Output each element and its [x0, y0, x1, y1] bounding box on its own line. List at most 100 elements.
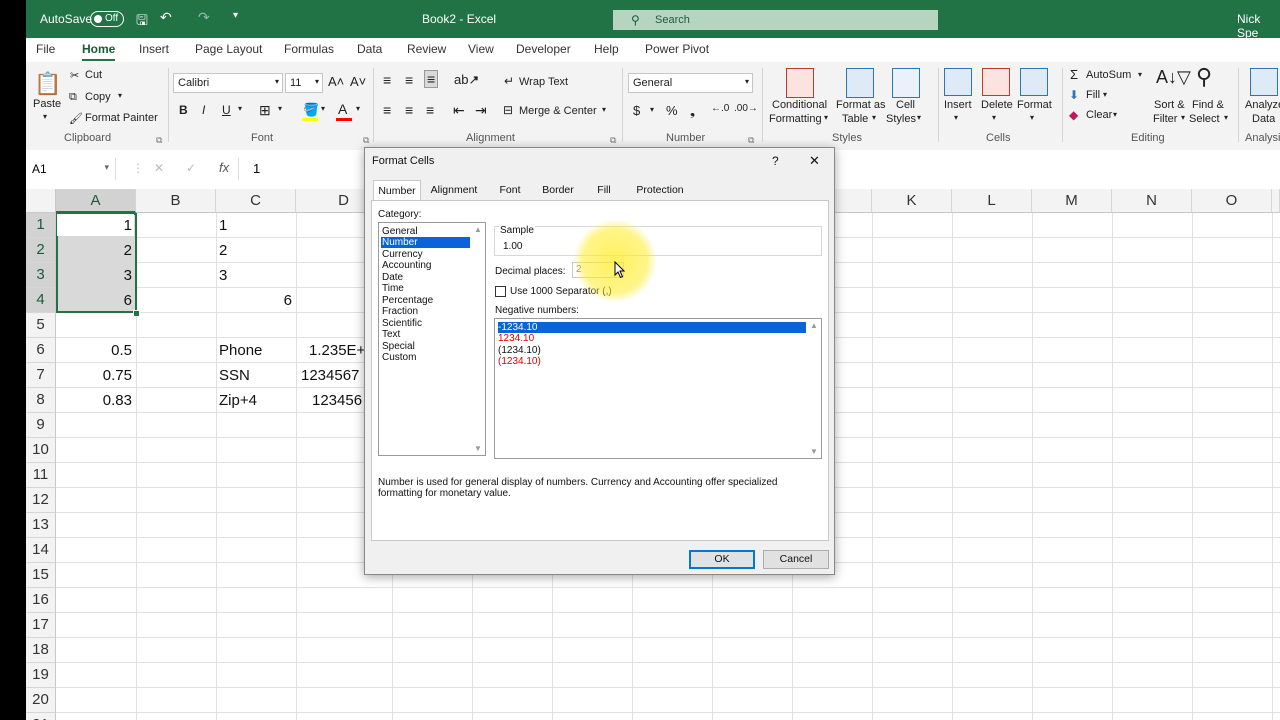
- eraser-icon[interactable]: ◆: [1069, 108, 1078, 122]
- font-size-select[interactable]: 11 ▾: [285, 73, 323, 93]
- scroll-down-icon[interactable]: ▼: [809, 447, 819, 456]
- cut-icon[interactable]: ✂: [70, 69, 79, 82]
- row-header[interactable]: 2: [26, 238, 56, 263]
- chevron-down-icon[interactable]: ▾: [992, 113, 996, 122]
- clipboard-launcher-icon[interactable]: ⧉: [156, 135, 162, 146]
- copy-button[interactable]: Copy: [85, 91, 111, 103]
- clipboard-icon[interactable]: 📋: [34, 68, 62, 100]
- category-item[interactable]: Special: [381, 341, 470, 352]
- copy-dropdown-icon[interactable]: ▾: [118, 91, 122, 100]
- cell-c4[interactable]: 6: [216, 288, 292, 313]
- merge-center-icon[interactable]: ⊟: [503, 103, 513, 117]
- cell-a1[interactable]: 1: [56, 213, 132, 238]
- cancel-icon[interactable]: ✕: [154, 161, 164, 175]
- align-right-icon[interactable]: ≡: [426, 102, 434, 118]
- find-select-label-2[interactable]: Select: [1189, 113, 1220, 125]
- borders-dropdown-icon[interactable]: ▾: [278, 104, 282, 113]
- underline-button[interactable]: U: [222, 103, 231, 117]
- row-header[interactable]: 20: [26, 688, 56, 713]
- row-header[interactable]: 10: [26, 438, 56, 463]
- save-icon[interactable]: 🖫: [136, 10, 148, 34]
- fill-color-icon[interactable]: 🪣: [303, 102, 319, 118]
- fill-handle[interactable]: [133, 310, 140, 317]
- paste-dropdown-icon[interactable]: ▾: [43, 112, 47, 121]
- column-header[interactable]: [1272, 189, 1280, 213]
- chevron-down-icon[interactable]: ▾: [917, 113, 921, 122]
- cell-a7[interactable]: 0.75: [56, 363, 132, 388]
- column-header[interactable]: C: [216, 189, 296, 213]
- cell-styles-icon[interactable]: [892, 68, 920, 98]
- font-color-icon[interactable]: A: [338, 101, 347, 117]
- find-select-label[interactable]: Find &: [1192, 99, 1224, 111]
- chevron-down-icon[interactable]: ▾: [1224, 113, 1228, 122]
- category-item[interactable]: Fraction: [381, 306, 470, 317]
- category-item[interactable]: Time: [381, 283, 470, 294]
- decrease-decimal-icon[interactable]: .00→: [734, 103, 758, 114]
- font-name-select[interactable]: Calibri ▾: [173, 73, 283, 93]
- autosum-icon[interactable]: Σ: [1070, 67, 1078, 82]
- font-color-dropdown-icon[interactable]: ▾: [356, 104, 360, 113]
- thousands-separator-checkbox[interactable]: [495, 286, 506, 297]
- analyze-data-label[interactable]: Analyze: [1245, 99, 1280, 111]
- bottom-align-icon[interactable]: ≡: [424, 70, 439, 88]
- top-align-icon[interactable]: ≡: [383, 72, 391, 88]
- row-header[interactable]: 9: [26, 413, 56, 438]
- scroll-down-icon[interactable]: ▼: [473, 444, 483, 453]
- conditional-formatting-icon[interactable]: [786, 68, 814, 98]
- row-header[interactable]: 15: [26, 563, 56, 588]
- increase-indent-icon[interactable]: ⇥: [475, 102, 487, 119]
- user-name[interactable]: Nick Spe: [1237, 12, 1280, 40]
- cell-a8[interactable]: 0.83: [56, 388, 132, 413]
- analyze-data-icon[interactable]: [1250, 68, 1278, 96]
- find-select-icon[interactable]: ⚲: [1196, 64, 1212, 90]
- cell-a3[interactable]: 3: [56, 263, 132, 288]
- accounting-dropdown-icon[interactable]: ▾: [650, 105, 654, 114]
- wrap-text-button[interactable]: Wrap Text: [519, 76, 568, 88]
- row-header[interactable]: 12: [26, 488, 56, 513]
- row-header[interactable]: 7: [26, 363, 56, 388]
- column-header[interactable]: O: [1192, 189, 1272, 213]
- insert-cells-button[interactable]: Insert: [944, 99, 972, 111]
- underline-dropdown-icon[interactable]: ▾: [238, 104, 242, 113]
- fill-down-icon[interactable]: ⬇: [1069, 88, 1079, 102]
- merge-dropdown-icon[interactable]: ▾: [602, 105, 606, 114]
- chevron-down-icon[interactable]: ▾: [824, 113, 828, 122]
- analyze-data-label-2[interactable]: Data: [1252, 113, 1275, 125]
- category-item[interactable]: General: [381, 226, 470, 237]
- format-as-table-icon[interactable]: [846, 68, 874, 98]
- tab-border[interactable]: Border: [537, 180, 579, 200]
- tab-review[interactable]: Review: [407, 42, 446, 56]
- row-header[interactable]: 14: [26, 538, 56, 563]
- row-header[interactable]: 1: [26, 213, 56, 238]
- increase-font-icon[interactable]: A˄: [328, 74, 344, 89]
- negative-option[interactable]: (1234.10): [498, 356, 541, 367]
- wrap-text-icon[interactable]: ↵: [504, 74, 514, 88]
- tab-number[interactable]: Number: [373, 180, 421, 200]
- category-item[interactable]: Currency: [381, 249, 470, 260]
- cell-d7[interactable]: 1234567: [301, 363, 367, 388]
- merge-center-button[interactable]: Merge & Center: [519, 105, 597, 117]
- increase-decimal-icon[interactable]: ←.0: [711, 103, 729, 114]
- conditional-formatting-label[interactable]: Conditional: [772, 99, 827, 111]
- tab-page-layout[interactable]: Page Layout: [195, 42, 262, 56]
- row-header[interactable]: 19: [26, 663, 56, 688]
- fill-dropdown-icon[interactable]: ▾: [321, 104, 325, 113]
- font-launcher-icon[interactable]: ⧉: [363, 135, 369, 146]
- category-item[interactable]: Text: [381, 329, 470, 340]
- category-item[interactable]: Scientific: [381, 318, 470, 329]
- column-header[interactable]: K: [872, 189, 952, 213]
- scroll-up-icon[interactable]: ▲: [473, 225, 483, 234]
- chevron-down-icon[interactable]: ▾: [1103, 90, 1107, 99]
- cell-a6[interactable]: 0.5: [56, 338, 132, 363]
- number-format-select[interactable]: General ▾: [628, 73, 753, 93]
- bold-button[interactable]: B: [179, 103, 188, 117]
- format-as-table-label[interactable]: Format as: [836, 99, 886, 111]
- tab-developer[interactable]: Developer: [516, 42, 571, 56]
- row-header[interactable]: 6: [26, 338, 56, 363]
- redo-icon[interactable]: ↷: [198, 9, 210, 26]
- middle-align-icon[interactable]: ≡: [405, 72, 413, 88]
- clear-button[interactable]: Clear: [1086, 109, 1112, 121]
- category-item[interactable]: Percentage: [381, 295, 470, 306]
- decrease-font-icon[interactable]: A˅: [350, 74, 366, 89]
- category-list[interactable]: General Number Currency Accounting Date …: [378, 222, 486, 456]
